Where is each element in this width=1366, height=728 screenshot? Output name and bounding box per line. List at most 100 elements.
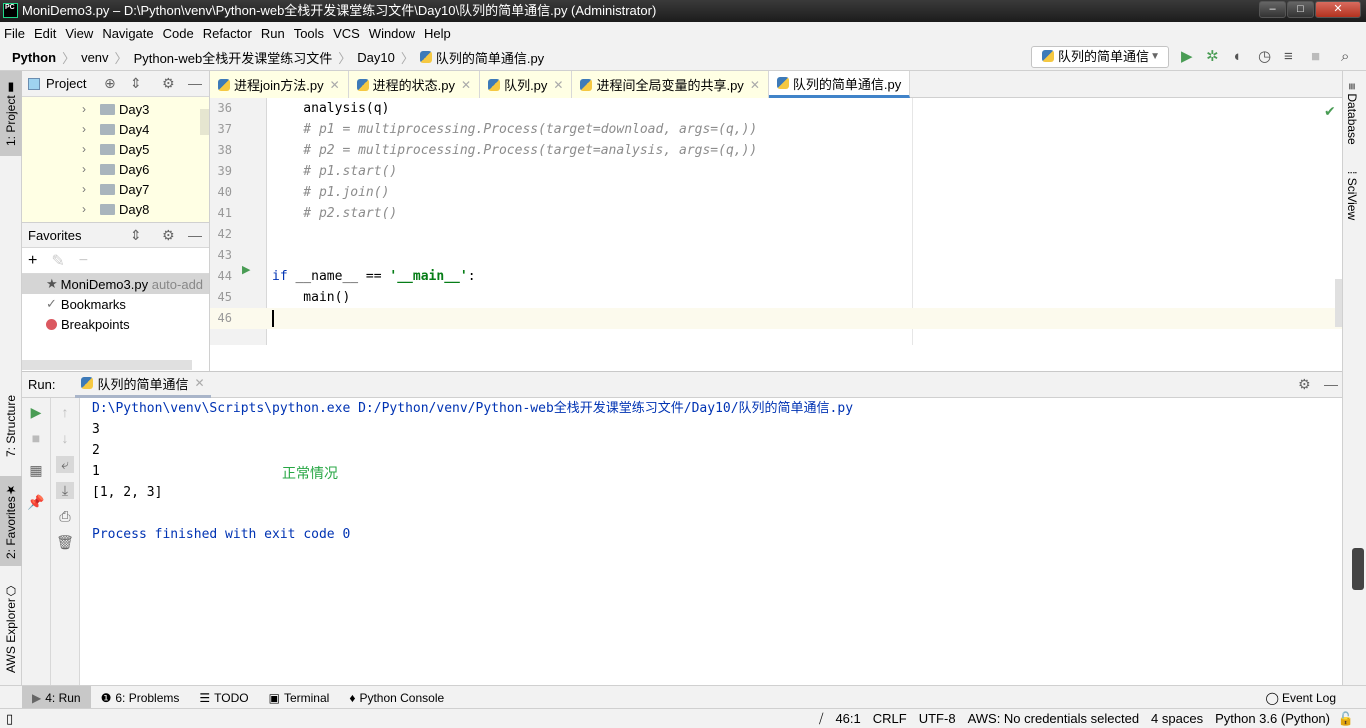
hide-icon[interactable]: — (1324, 376, 1338, 392)
hide-icon[interactable]: — (188, 75, 202, 91)
collapse-all-icon[interactable]: ⇕ (130, 75, 142, 92)
breadcrumb-venv[interactable]: venv (81, 50, 108, 65)
chevron-right-icon[interactable]: › (82, 182, 100, 196)
favorites-tool-tab[interactable]: 2: Favorites ★ (0, 476, 22, 566)
indent-setting[interactable]: 4 spaces (1151, 711, 1203, 726)
close-tab-icon[interactable]: ✕ (194, 376, 204, 390)
project-panel-title[interactable]: Project (46, 76, 86, 91)
stop-icon[interactable]: ■ (1311, 48, 1320, 66)
tree-folder-day4[interactable]: › Day4 (22, 119, 209, 139)
bottom-tab-run[interactable]: ▶ 4: Run (22, 686, 91, 709)
database-tool-tab[interactable]: ≡ Database (1345, 83, 1359, 145)
add-icon[interactable]: + (28, 252, 37, 270)
close-tab-icon[interactable]: ✕ (330, 78, 340, 92)
favorite-item-bookmarks[interactable]: ✓ Bookmarks (22, 294, 209, 314)
menu-help[interactable]: Help (424, 26, 451, 41)
tab-join[interactable]: 进程join方法.py ✕ (210, 71, 349, 98)
aws-credentials[interactable]: AWS: No credentials selected (968, 711, 1139, 726)
debug-icon[interactable]: ✲ (1206, 48, 1219, 66)
profile-icon[interactable]: ◷ (1258, 48, 1271, 66)
sciview-tool-tab[interactable]: ⁞ SciView (1345, 171, 1359, 220)
arrow-down-icon[interactable]: ↓ (56, 430, 74, 446)
menu-window[interactable]: Window (369, 26, 415, 41)
tree-folder-day6[interactable]: › Day6 (22, 159, 209, 179)
maximize-button[interactable]: □ (1287, 1, 1314, 18)
breadcrumb-folder[interactable]: Python-web全栈开发课堂练习文件 (134, 48, 333, 67)
python-interpreter[interactable]: Python 3.6 (Python) (1215, 711, 1330, 726)
search-icon[interactable]: ⌕ (1341, 48, 1349, 66)
menu-vcs[interactable]: VCS (333, 26, 360, 41)
toggle-tool-windows-icon[interactable]: ▯ (6, 711, 13, 727)
console-output[interactable]: D:\Python\venv\Scripts\python.exe D:/Pyt… (92, 398, 853, 545)
run-concurrency-icon[interactable]: ≡ (1284, 48, 1293, 66)
menu-file[interactable]: File (4, 26, 25, 41)
favorite-item-breakpoints[interactable]: Breakpoints (22, 314, 209, 334)
tab-queue[interactable]: 队列.py ✕ (480, 71, 573, 98)
tab-state[interactable]: 进程的状态.py ✕ (348, 71, 481, 98)
console-scrollbar[interactable] (1352, 548, 1364, 590)
caret-position[interactable]: 46:1 (835, 711, 860, 726)
close-tab-icon[interactable]: ✕ (553, 78, 563, 92)
menu-tools[interactable]: Tools (294, 26, 324, 41)
arrow-up-icon[interactable]: ↑ (56, 404, 74, 420)
tree-folder-day7[interactable]: › Day7 (22, 179, 209, 199)
menu-code[interactable]: Code (163, 26, 194, 41)
coverage-icon[interactable]: ◖ (1232, 48, 1241, 66)
close-window-button[interactable]: ✕ (1315, 1, 1361, 18)
structure-tool-tab[interactable]: 7: Structure (0, 383, 22, 468)
close-tab-icon[interactable]: ✕ (750, 78, 760, 92)
favorite-item-monidemo3[interactable]: ★ MoniDemo3.py auto-add (22, 274, 209, 294)
menu-refactor[interactable]: Refactor (203, 26, 252, 41)
pin-icon[interactable]: 📌 (27, 494, 45, 511)
code-area[interactable]: 36 analysis(q) 37 # p1 = multiprocessing.… (210, 98, 1342, 329)
chevron-right-icon[interactable]: › (82, 142, 100, 156)
favorites-scrollbar[interactable] (22, 360, 192, 370)
tab-global-share[interactable]: 进程间全局变量的共享.py ✕ (572, 71, 769, 98)
lock-icon[interactable]: 🔓 (1338, 711, 1354, 727)
collapse-all-icon[interactable]: ⇕ (130, 227, 142, 244)
gear-icon[interactable]: ⚙ (162, 227, 175, 244)
minimize-button[interactable]: – (1259, 1, 1286, 18)
breadcrumb-file[interactable]: 队列的简单通信.py (436, 48, 544, 67)
soft-wrap-icon[interactable]: ⤶ (56, 456, 74, 473)
print-icon[interactable]: ⎙ (56, 508, 74, 525)
tree-folder-day5[interactable]: › Day5 (22, 139, 209, 159)
run-icon[interactable]: ▶ (1181, 48, 1193, 66)
close-tab-icon[interactable]: ✕ (461, 78, 471, 92)
event-log-button[interactable]: ◯ Event Log (1256, 686, 1346, 709)
menu-navigate[interactable]: Navigate (102, 26, 153, 41)
tree-folder-day3[interactable]: › Day3 (22, 99, 209, 119)
aws-explorer-tool-tab[interactable]: AWS Explorer ⬡ (0, 581, 22, 676)
file-encoding[interactable]: UTF-8 (919, 711, 956, 726)
scroll-to-end-icon[interactable]: ⤓ (56, 482, 74, 499)
breadcrumb-python[interactable]: Python (12, 50, 56, 65)
menu-run[interactable]: Run (261, 26, 285, 41)
gear-icon[interactable]: ⚙ (1298, 376, 1311, 393)
hide-icon[interactable]: — (188, 227, 202, 243)
chevron-right-icon[interactable]: › (82, 162, 100, 176)
editor-scrollbar[interactable] (1335, 279, 1342, 327)
project-tool-tab[interactable]: 1: Project ▮ (0, 71, 22, 156)
layout-icon[interactable]: ▦ (27, 462, 45, 479)
tree-folder-day8[interactable]: › Day8 (22, 199, 209, 219)
tab-queue-comm[interactable]: 队列的简单通信.py (768, 71, 911, 98)
chevron-right-icon[interactable]: › (82, 122, 100, 136)
rerun-icon[interactable]: ▶ (27, 404, 45, 421)
tree-scrollbar[interactable] (200, 109, 209, 135)
menu-view[interactable]: View (65, 26, 93, 41)
breadcrumb-day10[interactable]: Day10 (357, 50, 395, 65)
stop-icon[interactable]: ■ (27, 430, 45, 446)
bottom-tab-todo[interactable]: ☰ TODO (189, 686, 258, 709)
edit-icon[interactable]: ✎ (51, 251, 64, 271)
run-configuration-select[interactable]: 队列的简单通信 ▼ (1031, 46, 1169, 68)
line-separator[interactable]: CRLF (873, 711, 907, 726)
remove-icon[interactable]: − (79, 252, 88, 270)
bottom-tab-python-console[interactable]: ♦ Python Console (339, 686, 454, 709)
run-gutter-icon[interactable]: ▶ (242, 263, 250, 276)
locate-icon[interactable]: ⊕ (104, 75, 116, 92)
chevron-right-icon[interactable]: › (82, 102, 100, 116)
bottom-tab-problems[interactable]: ❶ 6: Problems (91, 686, 190, 709)
bottom-tab-terminal[interactable]: ▣ Terminal (259, 686, 340, 709)
trash-icon[interactable]: 🗑 (56, 534, 74, 551)
menu-edit[interactable]: Edit (34, 26, 56, 41)
